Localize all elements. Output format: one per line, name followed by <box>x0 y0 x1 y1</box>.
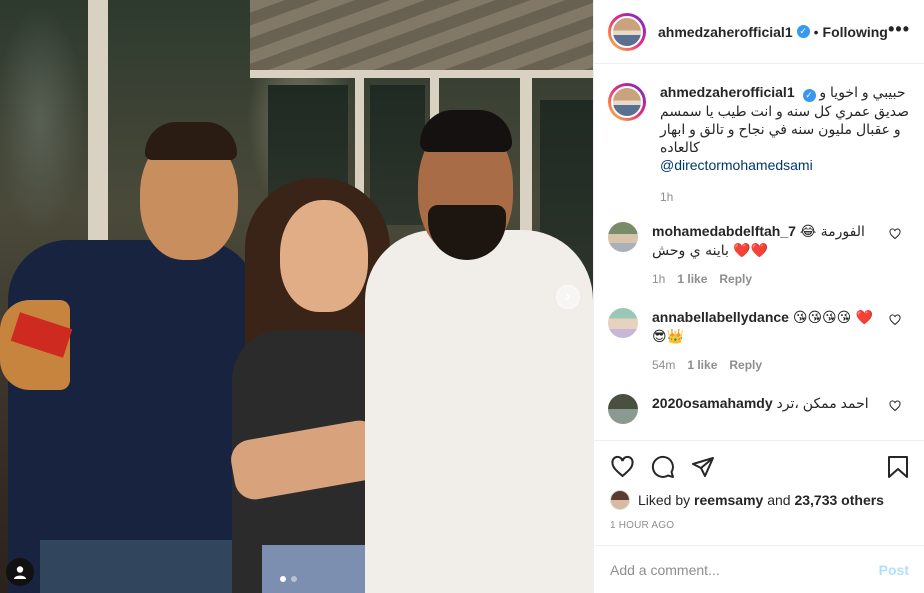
follow-separator: • <box>813 23 819 40</box>
caption: ahmedzaherofficial1 ✓ حبيبي و اخويا و صد… <box>608 83 909 204</box>
share-paper-plane-icon[interactable] <box>691 455 715 479</box>
comment-time[interactable]: 54m <box>652 358 675 372</box>
caption-time[interactable]: 1h <box>660 190 673 204</box>
comment-composer: Post <box>594 545 924 593</box>
post-header: ahmedzaherofficial1 ✓ • Following ••• <box>594 0 924 64</box>
commenter-username[interactable]: 2020osamahamdy <box>652 395 773 411</box>
likes-summary: Liked by reemsamy and 23,733 others <box>610 490 909 510</box>
post-timestamp[interactable]: 1 HOUR AGO <box>610 520 909 531</box>
post-comment-button[interactable]: Post <box>879 562 909 578</box>
verified-badge-icon: ✓ <box>802 89 816 102</box>
carousel-dot[interactable] <box>280 576 286 582</box>
liked-by-user[interactable]: reemsamy <box>694 492 763 508</box>
like-comment-heart-icon[interactable] <box>889 400 901 412</box>
comment-line: annabellabellydance 😘😘😘😘 ❤️😎👑 <box>652 308 881 346</box>
comment-text: احمد ممكن ،ترد <box>776 395 869 411</box>
action-icons <box>610 453 909 481</box>
author-avatar-ring[interactable] <box>608 12 646 51</box>
like-comment-heart-icon[interactable] <box>889 228 901 240</box>
commenter-username[interactable]: mohamedabdelftah_7 <box>652 223 796 239</box>
like-comment-heart-icon[interactable] <box>889 314 901 326</box>
post-details-panel: ahmedzaherofficial1 ✓ • Following ••• ah… <box>593 0 924 593</box>
carousel-dots <box>280 576 297 582</box>
reply-button[interactable]: Reply <box>729 358 762 372</box>
tagged-users-button[interactable] <box>6 558 34 586</box>
post-actions: Liked by reemsamy and 23,733 others 1 HO… <box>594 440 924 531</box>
author-username[interactable]: ahmedzaherofficial1 <box>658 24 793 40</box>
caption-avatar-ring[interactable] <box>608 83 646 121</box>
commenter-username[interactable]: annabellabellydance <box>652 309 789 325</box>
commenter-avatar[interactable] <box>608 308 638 338</box>
like-heart-icon[interactable] <box>610 455 635 479</box>
avatar <box>611 86 643 118</box>
add-comment-input[interactable] <box>610 561 879 578</box>
person-right <box>0 0 593 593</box>
verified-badge-icon: ✓ <box>796 25 810 38</box>
more-options-icon[interactable]: ••• <box>888 20 910 38</box>
caption-meta: 1h <box>660 190 909 204</box>
white-shirt <box>365 230 593 593</box>
hair-right <box>420 110 512 152</box>
post-photo[interactable]: › <box>0 0 593 593</box>
comment-item: 2020osamahamdy احمد ممكن ،ترد <box>608 394 909 424</box>
carousel-next-button[interactable]: › <box>556 285 580 309</box>
comment-bubble-icon[interactable] <box>651 455 675 479</box>
comment-likes[interactable]: 1 like <box>687 358 717 372</box>
comment-line: 2020osamahamdy احمد ممكن ،ترد <box>652 394 881 412</box>
comment-likes[interactable]: 1 like <box>677 272 707 286</box>
save-bookmark-icon[interactable] <box>887 455 909 479</box>
commenter-avatar[interactable] <box>608 222 638 252</box>
comment-item: mohamedabdelftah_7 الفورمة 😂❤️❤️ باينه ي… <box>608 222 909 286</box>
avatar <box>611 15 643 48</box>
liker-avatar[interactable] <box>610 490 630 510</box>
caption-mention[interactable]: @directormohamedsami <box>660 156 909 174</box>
comment-item: annabellabellydance 😘😘😘😘 ❤️😎👑 54m 1 like… <box>608 308 909 372</box>
comment-meta: 1h 1 like Reply <box>652 272 881 286</box>
commenter-avatar[interactable] <box>608 394 638 424</box>
following-button[interactable]: Following <box>823 24 888 40</box>
caption-author[interactable]: ahmedzaherofficial1 <box>660 84 795 100</box>
comment-line: mohamedabdelftah_7 الفورمة 😂❤️❤️ باينه ي… <box>652 222 881 260</box>
carousel-dot[interactable] <box>291 576 297 582</box>
comment-time[interactable]: 1h <box>652 272 665 286</box>
likes-count[interactable]: 23,733 others <box>794 492 884 508</box>
comment-meta: 54m 1 like Reply <box>652 358 881 372</box>
caption-text: ahmedzaherofficial1 ✓ حبيبي و اخويا و صد… <box>660 83 909 156</box>
reply-button[interactable]: Reply <box>719 272 752 286</box>
user-icon <box>14 566 26 579</box>
liked-by-prefix: Liked by <box>638 492 691 508</box>
comments-scroll-area[interactable]: ahmedzaherofficial1 ✓ حبيبي و اخويا و صد… <box>594 65 924 439</box>
liked-by-and: and <box>767 492 791 508</box>
